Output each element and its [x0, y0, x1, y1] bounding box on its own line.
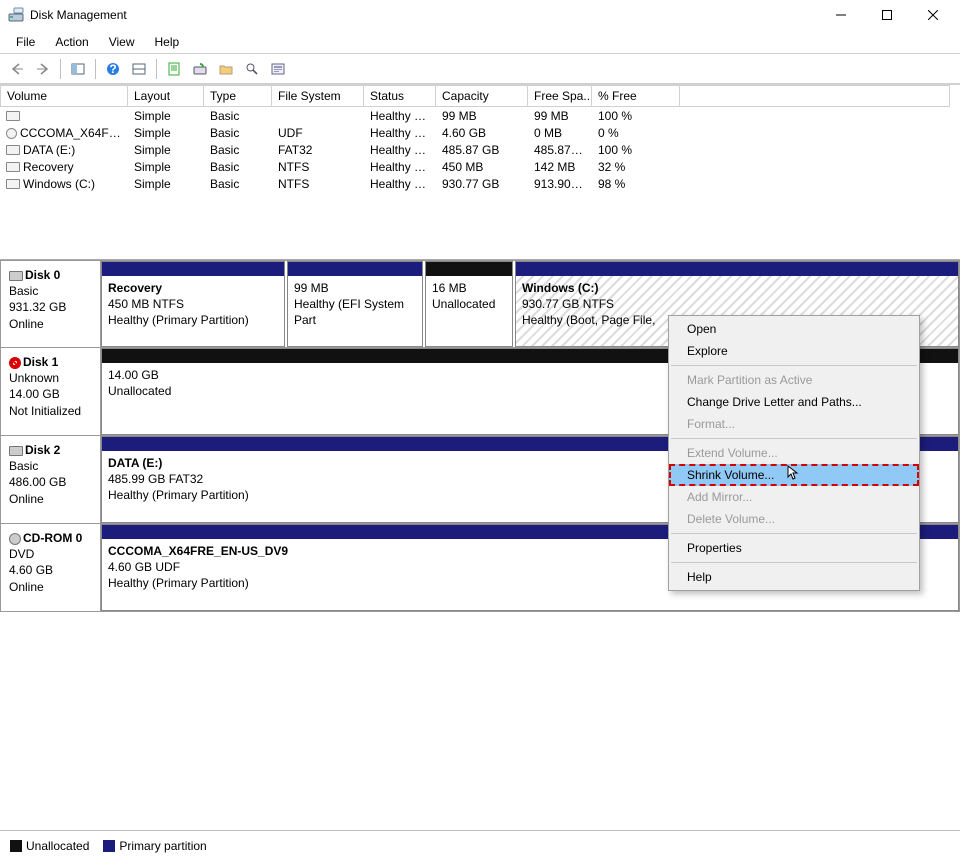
refresh-button[interactable] — [163, 58, 185, 80]
menu-file[interactable]: File — [6, 33, 45, 51]
col-type[interactable]: Type — [204, 85, 272, 107]
table-row[interactable]: CCCOMA_X64FRE...SimpleBasicUDFHealthy (P… — [0, 124, 960, 141]
find-button[interactable] — [241, 58, 263, 80]
open-folder-button[interactable] — [215, 58, 237, 80]
table-row[interactable]: DATA (E:)SimpleBasicFAT32Healthy (P...48… — [0, 141, 960, 158]
close-button[interactable] — [910, 0, 956, 30]
menu-help[interactable]: Help — [145, 33, 190, 51]
legend: Unallocated Primary partition — [0, 830, 960, 860]
context-separator — [671, 365, 917, 366]
context-item-add-mirror: Add Mirror... — [669, 486, 919, 508]
context-item-mark-partition-as-active: Mark Partition as Active — [669, 369, 919, 391]
menubar: File Action View Help — [0, 30, 960, 54]
col-fs[interactable]: File System — [272, 85, 364, 107]
context-item-extend-volume: Extend Volume... — [669, 442, 919, 464]
col-status[interactable]: Status — [364, 85, 436, 107]
back-button[interactable] — [6, 58, 28, 80]
partition-header — [426, 262, 512, 276]
table-row[interactable]: SimpleBasicHealthy (E...99 MB99 MB100 % — [0, 107, 960, 124]
col-pct[interactable]: % Free — [592, 85, 680, 107]
settings-view-button[interactable] — [128, 58, 150, 80]
context-separator — [671, 562, 917, 563]
col-layout[interactable]: Layout — [128, 85, 204, 107]
col-capacity[interactable]: Capacity — [436, 85, 528, 107]
partition-body: Recovery450 MB NTFSHealthy (Primary Part… — [102, 276, 284, 346]
disk-label[interactable]: Disk 2Basic486.00 GBOnline — [1, 436, 101, 523]
titlebar: Disk Management — [0, 0, 960, 30]
maximize-button[interactable] — [864, 0, 910, 30]
table-row[interactable]: Windows (C:)SimpleBasicNTFSHealthy (B...… — [0, 175, 960, 192]
volume-table: Volume Layout Type File System Status Ca… — [0, 84, 960, 259]
toolbar: ? — [0, 54, 960, 84]
context-item-properties[interactable]: Properties — [669, 537, 919, 559]
partition-header — [288, 262, 422, 276]
context-menu: OpenExplore Mark Partition as ActiveChang… — [668, 315, 920, 591]
partition[interactable]: 16 MBUnallocated — [425, 261, 513, 347]
partition-header — [516, 262, 958, 276]
partition[interactable]: 99 MBHealthy (EFI System Part — [287, 261, 423, 347]
disk-label[interactable]: Disk 1Unknown14.00 GBNot Initialized — [1, 348, 101, 435]
show-hide-console-button[interactable] — [67, 58, 89, 80]
window-title: Disk Management — [30, 8, 818, 22]
menu-view[interactable]: View — [99, 33, 145, 51]
properties-toolbar-button[interactable] — [267, 58, 289, 80]
legend-primary: Primary partition — [103, 839, 206, 853]
legend-unallocated: Unallocated — [10, 839, 89, 853]
minimize-button[interactable] — [818, 0, 864, 30]
partition-body: 99 MBHealthy (EFI System Part — [288, 276, 422, 346]
context-separator — [671, 533, 917, 534]
partition-body: 16 MBUnallocated — [426, 276, 512, 346]
context-item-change-drive-letter-and-paths[interactable]: Change Drive Letter and Paths... — [669, 391, 919, 413]
context-item-help[interactable]: Help — [669, 566, 919, 588]
context-separator — [671, 438, 917, 439]
col-free[interactable]: Free Spa... — [528, 85, 592, 107]
context-item-explore[interactable]: Explore — [669, 340, 919, 362]
app-icon — [8, 7, 24, 23]
disk-label[interactable]: CD-ROM 0DVD4.60 GBOnline — [1, 524, 101, 611]
context-item-delete-volume: Delete Volume... — [669, 508, 919, 530]
context-item-open[interactable]: Open — [669, 318, 919, 340]
menu-action[interactable]: Action — [45, 33, 98, 51]
disk-label[interactable]: Disk 0Basic931.32 GBOnline — [1, 261, 101, 347]
svg-text:?: ? — [109, 62, 116, 76]
table-header: Volume Layout Type File System Status Ca… — [0, 85, 960, 107]
col-volume[interactable]: Volume — [0, 85, 128, 107]
context-item-shrink-volume[interactable]: Shrink Volume... — [669, 464, 919, 486]
cursor-icon — [787, 465, 799, 481]
help-button[interactable]: ? — [102, 58, 124, 80]
context-item-format: Format... — [669, 413, 919, 435]
forward-button[interactable] — [32, 58, 54, 80]
col-extra[interactable] — [680, 85, 950, 107]
rescan-disks-button[interactable] — [189, 58, 211, 80]
table-row[interactable]: RecoverySimpleBasicNTFSHealthy (P...450 … — [0, 158, 960, 175]
partition[interactable]: Recovery450 MB NTFSHealthy (Primary Part… — [101, 261, 285, 347]
partition-header — [102, 262, 284, 276]
